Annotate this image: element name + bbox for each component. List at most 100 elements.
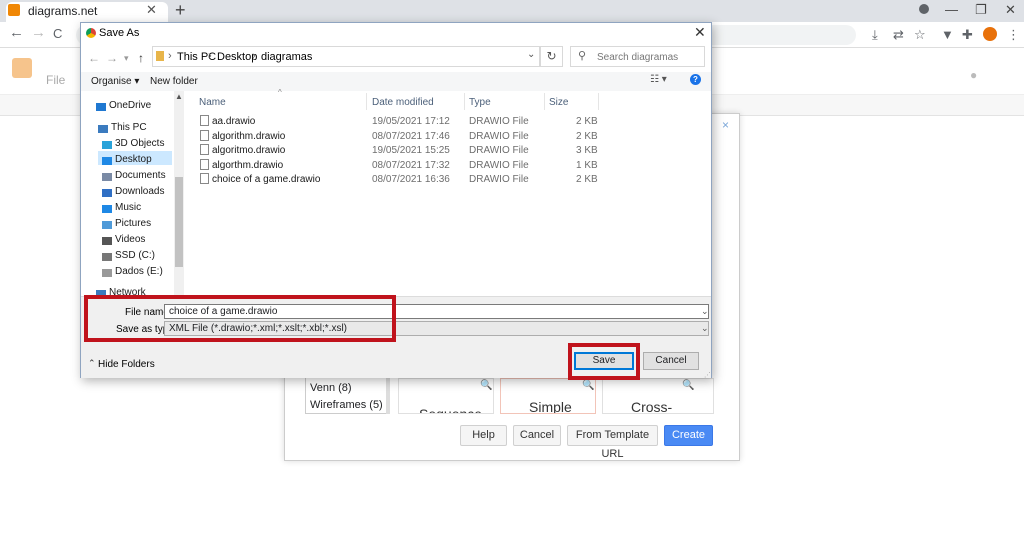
category-venn[interactable]: Venn (8) (310, 382, 352, 394)
drive-icon (102, 253, 112, 261)
preview-search-icon[interactable]: 🔍 (582, 380, 594, 391)
column-divider[interactable] (366, 93, 367, 110)
file-date: 08/07/2021 17:46 (372, 130, 450, 142)
chevron-up-icon[interactable]: ⌃ (88, 358, 96, 369)
column-name[interactable]: Name (199, 97, 226, 108)
resize-grip-icon[interactable]: ⋰ (704, 371, 711, 379)
drawio-favicon-icon (8, 4, 20, 16)
column-size[interactable]: Size (549, 97, 568, 108)
breadcrumb-diagramas[interactable]: diagramas (261, 51, 312, 63)
column-divider[interactable] (464, 93, 465, 110)
chevron-right-icon[interactable]: › (168, 50, 172, 62)
file-name: algorithm.drawio (212, 130, 286, 142)
bookmark-star-icon[interactable]: ☆ (914, 27, 926, 43)
extension-icon[interactable]: ▼ (941, 27, 954, 42)
extensions-puzzle-icon[interactable]: ✚ (962, 27, 973, 43)
file-size: 2 KB (576, 174, 598, 185)
column-divider[interactable] (544, 93, 545, 110)
create-button[interactable]: Create (664, 425, 713, 446)
hide-folders-button[interactable]: Hide Folders (98, 359, 155, 370)
chevron-down-icon[interactable]: ⌄ (701, 323, 709, 334)
dialog-close-icon[interactable]: ✕ (694, 24, 706, 41)
up-arrow-icon[interactable]: ↑ (138, 51, 144, 65)
new-folder-button[interactable]: New folder (150, 76, 198, 87)
back-arrow-icon[interactable]: ← (88, 51, 100, 65)
highlight-box-filename (84, 295, 396, 342)
nav-item[interactable]: OneDrive (109, 100, 151, 111)
column-divider[interactable] (598, 93, 599, 110)
nav-item[interactable]: Dados (E:) (115, 266, 163, 277)
file-date: 08/07/2021 17:32 (372, 159, 450, 171)
organise-button[interactable]: Organise ▾ (91, 76, 139, 87)
videos-icon (102, 237, 112, 245)
profile-dropdown-icon[interactable] (919, 4, 929, 14)
close-window-button[interactable]: ✕ (1005, 2, 1016, 18)
chevron-right-icon[interactable]: › (252, 50, 256, 62)
downloads-icon (102, 189, 112, 197)
cancel-new-diagram-button[interactable]: Cancel (513, 425, 561, 446)
install-app-icon[interactable]: ⤓ (872, 27, 878, 43)
file-name: algoritmo.drawio (212, 145, 286, 156)
category-scrollbar[interactable] (386, 378, 390, 414)
avatar[interactable] (983, 27, 997, 41)
nav-item[interactable]: Desktop (115, 154, 152, 165)
nav-item[interactable]: Documents (115, 170, 166, 181)
file-size: 1 KB (576, 159, 598, 171)
pc-icon (98, 125, 108, 133)
menu-file[interactable]: File (46, 73, 65, 87)
nav-item[interactable]: Downloads (115, 186, 164, 197)
forward-icon[interactable]: → (31, 24, 46, 41)
template-url-button[interactable]: From Template URL (567, 425, 658, 460)
nav-item[interactable]: Music (115, 202, 141, 213)
template-label-sequence: Sequence (419, 406, 483, 414)
maximize-button[interactable]: ❐ (975, 2, 987, 18)
nav-item[interactable]: Pictures (115, 218, 151, 229)
music-icon (102, 205, 112, 213)
template-thumb-cross[interactable]: Cross- (602, 378, 714, 414)
refresh-icon[interactable]: ↻ (540, 46, 563, 67)
notification-bell-icon[interactable]: ● (970, 68, 977, 82)
column-type[interactable]: Type (469, 97, 491, 108)
sort-ascending-icon: ^ (278, 88, 282, 97)
file-icon (200, 144, 209, 155)
nav-item[interactable]: This PC (111, 122, 147, 133)
reload-icon[interactable]: C (53, 26, 62, 41)
cancel-button[interactable]: Cancel (643, 352, 699, 370)
file-size: 2 KB (576, 116, 598, 127)
nav-item[interactable]: Videos (115, 234, 145, 245)
chevron-down-icon[interactable]: ⌄ (527, 49, 535, 60)
scroll-up-icon[interactable]: ▲ (175, 92, 183, 101)
recent-locations-icon[interactable]: ▾ (124, 53, 129, 64)
minimize-button[interactable]: — (945, 2, 958, 17)
preview-search-icon[interactable]: 🔍 (480, 380, 492, 391)
new-tab-button[interactable]: + (175, 0, 186, 21)
chevron-down-icon[interactable]: ⌄ (701, 306, 709, 317)
highlight-box-save (568, 343, 640, 380)
nav-scroll-thumb[interactable] (175, 177, 183, 267)
file-type: DRAWIO File (469, 174, 529, 185)
column-date-modified[interactable]: Date modified (372, 97, 434, 108)
file-name: choice of a game.drawio (212, 174, 321, 185)
chrome-icon (86, 28, 96, 38)
file-name: algorthm.drawio (212, 159, 284, 171)
tab-close-icon[interactable]: ✕ (146, 2, 157, 18)
file-size: 2 KB (576, 130, 598, 142)
preview-search-icon[interactable]: 🔍 (682, 380, 694, 391)
tab-title: diagrams.net (28, 4, 98, 18)
nav-item[interactable]: SSD (C:) (115, 250, 155, 261)
category-wireframes[interactable]: Wireframes (5) (310, 399, 383, 411)
help-icon[interactable]: ? (690, 74, 701, 85)
chevron-right-icon[interactable]: › (208, 50, 212, 62)
translate-icon[interactable]: ⇄ (893, 27, 904, 43)
chrome-menu-icon[interactable]: ⋮ (1007, 27, 1020, 43)
forward-arrow-icon[interactable]: → (106, 51, 118, 65)
new-diagram-close-icon[interactable]: × (722, 118, 729, 132)
view-options-icon[interactable]: ☷ ▾ (650, 74, 667, 85)
file-icon (200, 115, 209, 126)
search-placeholder: Search diagramas (597, 52, 679, 63)
back-icon[interactable]: ← (9, 24, 24, 41)
help-button[interactable]: Help (460, 425, 507, 446)
nav-item[interactable]: 3D Objects (115, 138, 164, 149)
file-type: DRAWIO File (469, 116, 529, 127)
file-icon (200, 173, 209, 184)
